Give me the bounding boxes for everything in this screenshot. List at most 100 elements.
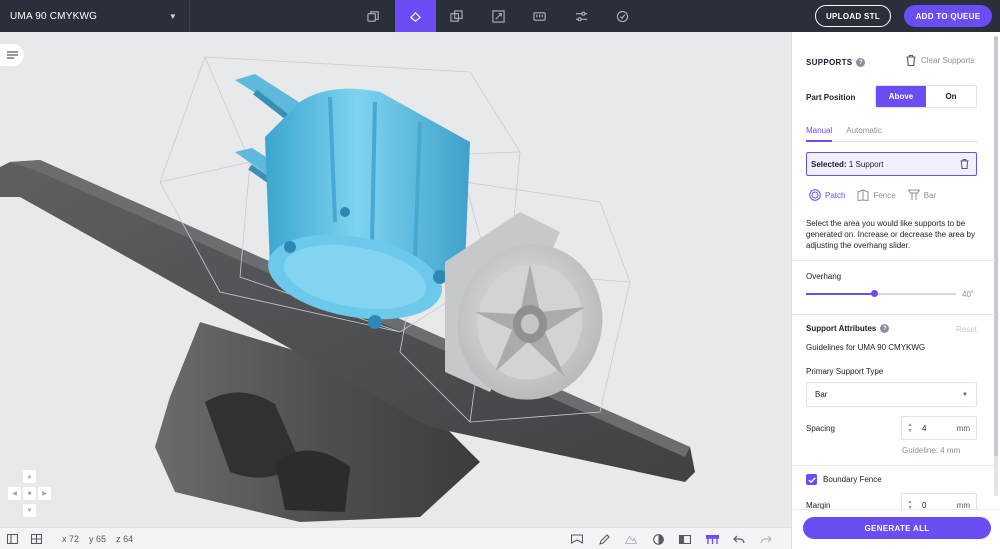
tool-check[interactable] bbox=[602, 0, 644, 32]
flag-icon bbox=[571, 534, 583, 544]
guidelines-text: Guidelines for UMA 90 CMYKWG bbox=[806, 343, 926, 352]
boundary-fence-checkbox[interactable]: Boundary Fence bbox=[806, 474, 882, 485]
supports-title: SUPPORTS ? bbox=[806, 58, 866, 67]
duplicate-icon bbox=[450, 9, 463, 22]
y-coordinate: 65 bbox=[96, 533, 107, 544]
upload-stl-button[interactable]: UPLOAD STL bbox=[815, 5, 891, 27]
undo-button[interactable] bbox=[728, 528, 750, 549]
spacing-stepper[interactable]: ▲ ▼ bbox=[902, 422, 918, 434]
spacing-label: Spacing bbox=[806, 424, 835, 433]
measure-icon bbox=[533, 11, 546, 21]
mode-fence[interactable]: Fence bbox=[857, 189, 896, 201]
selected-label: Selected: bbox=[811, 159, 847, 169]
selected-supports-box: Selected: 1 Support bbox=[806, 152, 977, 176]
contrast-icon bbox=[652, 533, 664, 545]
contrast-button[interactable] bbox=[647, 528, 669, 549]
grid-icon bbox=[30, 533, 42, 544]
mountain-icon bbox=[625, 535, 637, 544]
position-above-button[interactable]: Above bbox=[876, 86, 926, 107]
split-view-button[interactable] bbox=[674, 528, 696, 549]
chevron-down-icon: ▼ bbox=[962, 391, 968, 398]
pencil-icon bbox=[598, 533, 610, 545]
view-tools bbox=[566, 528, 777, 549]
part-position-label: Part Position bbox=[806, 93, 856, 102]
tool-settings[interactable] bbox=[561, 0, 603, 32]
pan-center-button[interactable]: ■ bbox=[23, 487, 36, 500]
layers-icon bbox=[367, 10, 379, 22]
tool-orient[interactable] bbox=[394, 0, 436, 32]
primary-support-type-select[interactable]: Bar ▼ bbox=[806, 382, 977, 407]
overhang-label: Overhang bbox=[806, 272, 842, 281]
menu-lines-icon bbox=[6, 50, 18, 59]
redo-button[interactable] bbox=[755, 528, 777, 549]
mode-patch[interactable]: Patch bbox=[809, 189, 845, 201]
scale-icon bbox=[492, 9, 505, 23]
orient-icon bbox=[409, 11, 421, 22]
clear-supports-button[interactable]: Clear Supports bbox=[906, 55, 974, 66]
trash-icon[interactable] bbox=[960, 159, 969, 169]
check-icon bbox=[617, 10, 629, 22]
plate-view-button[interactable] bbox=[620, 528, 642, 549]
support-attributes-title: Support Attributes ? bbox=[806, 324, 890, 333]
help-icon[interactable]: ? bbox=[856, 58, 866, 67]
toolbar bbox=[353, 0, 644, 32]
panel-toggle-button[interactable] bbox=[0, 528, 24, 549]
grid-toggle-button[interactable] bbox=[24, 528, 48, 549]
overhang-value: 40˚ bbox=[962, 290, 974, 299]
tool-scale[interactable] bbox=[478, 0, 520, 32]
split-view-icon bbox=[679, 534, 691, 544]
primary-support-type-label: Primary Support Type bbox=[806, 367, 884, 376]
printer-selector[interactable]: UMA 90 CMYKWG ▼ bbox=[0, 0, 190, 32]
x-coordinate: 72 bbox=[69, 533, 80, 544]
supports-icon bbox=[705, 534, 719, 544]
cursor-coordinates: x 72 y 65 z 64 bbox=[62, 533, 134, 544]
chevron-down-icon: ▼ bbox=[168, 11, 177, 21]
spacing-guideline: Guideline: 4 mm bbox=[902, 446, 961, 455]
printer-name: UMA 90 CMYKWG bbox=[10, 10, 98, 22]
part-position-toggle: Above On bbox=[875, 85, 977, 108]
overhang-slider-handle[interactable] bbox=[870, 290, 878, 297]
pan-right-button[interactable]: ▶ bbox=[38, 487, 51, 500]
patch-icon bbox=[809, 189, 821, 201]
edit-button[interactable] bbox=[593, 528, 615, 549]
support-shape-modes: Patch Fence Bar bbox=[809, 189, 936, 201]
tab-manual[interactable]: Manual bbox=[806, 126, 833, 142]
tool-layers[interactable] bbox=[353, 0, 395, 32]
help-icon[interactable]: ? bbox=[880, 324, 890, 333]
spacing-input[interactable]: ▲ ▼ 4 mm bbox=[901, 416, 977, 440]
pan-down-button[interactable]: ▼ bbox=[23, 504, 36, 517]
top-bar: UMA 90 CMYKWG ▼ UPLOAD STL ADD TO QUEUE bbox=[0, 0, 1000, 32]
checkbox-checked-icon bbox=[806, 474, 817, 485]
overhang-slider[interactable] bbox=[806, 290, 956, 297]
tool-measure[interactable] bbox=[519, 0, 561, 32]
support-mode-tabs: Manual Automatic bbox=[806, 126, 978, 142]
tab-automatic[interactable]: Automatic bbox=[846, 126, 882, 142]
pan-left-button[interactable]: ◀ bbox=[8, 487, 21, 500]
supports-view-button[interactable] bbox=[701, 528, 723, 549]
tool-duplicate[interactable] bbox=[436, 0, 478, 32]
flag-view-button[interactable] bbox=[566, 528, 588, 549]
fence-icon bbox=[857, 189, 869, 201]
supports-panel: SUPPORTS ? Clear Supports Part Position … bbox=[791, 32, 1000, 549]
mode-bar[interactable]: Bar bbox=[907, 189, 936, 201]
bottom-bar: x 72 y 65 z 64 bbox=[0, 527, 791, 549]
trash-icon bbox=[906, 55, 916, 66]
add-to-queue-button[interactable]: ADD TO QUEUE bbox=[904, 5, 992, 27]
redo-icon bbox=[760, 535, 772, 543]
menu-button[interactable] bbox=[0, 44, 24, 66]
z-coordinate: 64 bbox=[123, 533, 134, 544]
undo-icon bbox=[733, 535, 745, 543]
position-on-button[interactable]: On bbox=[926, 86, 976, 107]
bar-icon bbox=[907, 189, 920, 200]
pan-up-button[interactable]: ▲ bbox=[23, 470, 36, 483]
selected-value: 1 Support bbox=[848, 159, 884, 169]
scene-canvas[interactable] bbox=[0, 32, 791, 527]
reset-button[interactable]: Reset bbox=[956, 325, 977, 334]
3d-viewport[interactable]: ▲ ◀ ■ ▶ ▼ bbox=[0, 32, 791, 527]
settings-sliders-icon bbox=[575, 11, 587, 21]
generate-all-button[interactable]: GENERATE ALL bbox=[803, 517, 991, 539]
camera-pan-pad: ▲ ◀ ■ ▶ ▼ bbox=[6, 470, 54, 520]
panel-scrollbar[interactable] bbox=[994, 36, 998, 496]
sidebar-icon bbox=[6, 533, 18, 544]
patch-description: Select the area you would like supports … bbox=[806, 219, 975, 250]
